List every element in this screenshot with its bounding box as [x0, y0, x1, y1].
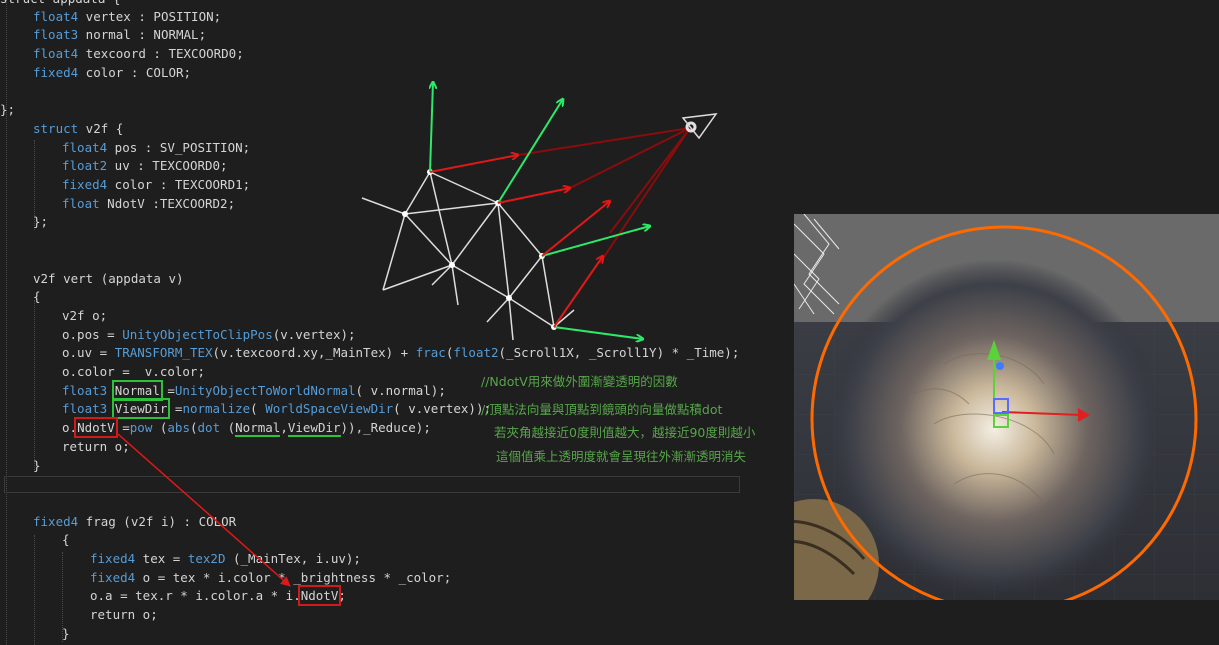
eye-camera-icon	[681, 113, 718, 140]
ndotv-connector-arrow	[117, 433, 291, 587]
normal-arrows	[430, 82, 650, 339]
view-rays	[517, 127, 691, 264]
scene-view[interactable]	[794, 214, 1219, 600]
scene-render	[794, 214, 1219, 600]
mesh-vertices	[402, 169, 557, 330]
